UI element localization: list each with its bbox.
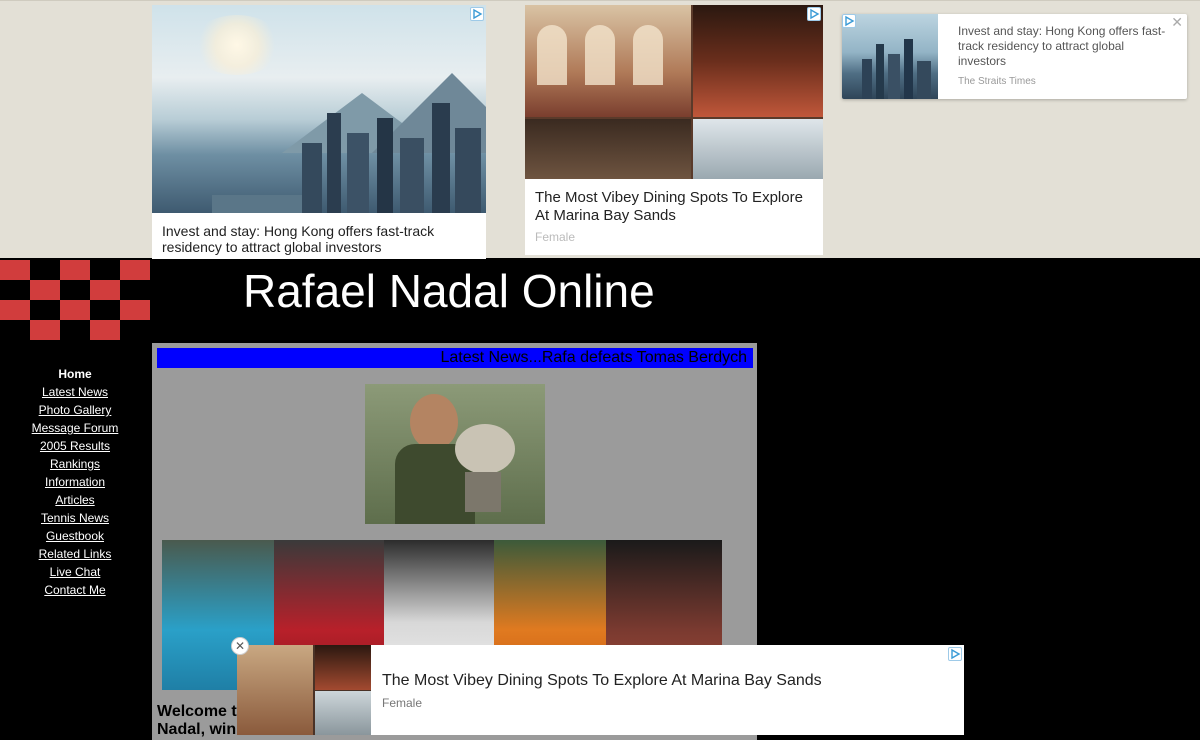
ad-title[interactable]: The Most Vibey Dining Spots To Explore A… bbox=[535, 189, 815, 225]
ad-source: Female bbox=[382, 696, 423, 710]
building bbox=[400, 138, 424, 213]
harbour-building bbox=[212, 195, 302, 213]
ad-image-hong-kong-skyline[interactable] bbox=[152, 5, 486, 213]
building bbox=[904, 39, 913, 99]
nav-item-rankings[interactable]: Rankings bbox=[0, 455, 150, 473]
trophy-base bbox=[465, 472, 501, 512]
ad-choices-icon[interactable] bbox=[842, 14, 856, 28]
bottom-ad-banner[interactable]: The Most Vibey Dining Spots To Explore A… bbox=[237, 645, 964, 735]
restaurant-photo bbox=[693, 119, 823, 179]
close-icon[interactable]: ✕ bbox=[231, 637, 249, 655]
restaurant-photo bbox=[237, 645, 313, 735]
checker-square bbox=[60, 260, 90, 280]
building bbox=[347, 133, 369, 213]
building bbox=[862, 59, 872, 99]
ad-title[interactable]: The Most Vibey Dining Spots To Explore A… bbox=[382, 672, 822, 690]
checker-square bbox=[0, 260, 30, 280]
nav-item-related-links[interactable]: Related Links bbox=[0, 545, 150, 563]
news-ticker[interactable]: Latest News...Rafa defeats Tomas Berdych bbox=[157, 348, 753, 368]
restaurant-photo bbox=[315, 645, 371, 690]
checker-square bbox=[120, 260, 150, 280]
nav-item-message-forum[interactable]: Message Forum bbox=[0, 419, 150, 437]
ticker-text[interactable]: Latest News...Rafa defeats Tomas Berdych bbox=[440, 349, 747, 367]
arch-window bbox=[537, 25, 567, 85]
building bbox=[432, 103, 450, 213]
nav-item-2005-results[interactable]: 2005 Results bbox=[0, 437, 150, 455]
sidebar-nav: Home Latest News Photo Gallery Message F… bbox=[0, 365, 150, 599]
restaurant-photo bbox=[315, 691, 371, 735]
ad-source: The Straits Times bbox=[958, 76, 1036, 87]
nav-item-tennis-news[interactable]: Tennis News bbox=[0, 509, 150, 527]
ad-card-marina-bay-dining[interactable]: The Most Vibey Dining Spots To Explore A… bbox=[525, 5, 823, 255]
building bbox=[455, 128, 481, 213]
building bbox=[302, 143, 322, 213]
checker-square bbox=[60, 300, 90, 320]
ad-title[interactable]: Invest and stay: Hong Kong offers fast-t… bbox=[162, 223, 462, 255]
checker-square bbox=[30, 320, 60, 340]
nav-item-guestbook[interactable]: Guestbook bbox=[0, 527, 150, 545]
nav-item-information[interactable]: Information bbox=[0, 473, 150, 491]
arch-window bbox=[585, 25, 615, 85]
building bbox=[917, 61, 931, 99]
checker-square bbox=[30, 280, 60, 300]
sun-glow bbox=[192, 15, 282, 75]
checker-square bbox=[120, 300, 150, 320]
nav-item-latest-news[interactable]: Latest News bbox=[0, 383, 150, 401]
building bbox=[876, 44, 884, 99]
ad-choices-icon[interactable] bbox=[470, 7, 484, 21]
checker-square bbox=[90, 320, 120, 340]
site-title: Rafael Nadal Online bbox=[243, 265, 655, 317]
ad-card-hong-kong-small[interactable]: Invest and stay: Hong Kong offers fast-t… bbox=[842, 14, 1187, 99]
ad-image-restaurant-collage[interactable] bbox=[525, 5, 823, 179]
building bbox=[888, 54, 900, 99]
ad-image-hong-kong-skyline[interactable] bbox=[842, 14, 938, 99]
arch-window bbox=[633, 25, 663, 85]
player-head bbox=[410, 394, 458, 450]
ad-choices-icon[interactable] bbox=[948, 647, 962, 661]
ad-choices-icon[interactable] bbox=[807, 7, 821, 21]
checker-logo bbox=[0, 260, 150, 341]
restaurant-photo bbox=[525, 119, 691, 179]
ad-title[interactable]: Invest and stay: Hong Kong offers fast-t… bbox=[958, 24, 1168, 69]
restaurant-photo bbox=[693, 5, 823, 117]
ad-image-restaurant[interactable] bbox=[237, 645, 371, 735]
nav-item-home: Home bbox=[58, 367, 92, 381]
nav-item-contact-me[interactable]: Contact Me bbox=[0, 581, 150, 599]
nav-item-live-chat[interactable]: Live Chat bbox=[0, 563, 150, 581]
checker-square bbox=[0, 300, 30, 320]
building bbox=[327, 113, 341, 213]
nav-item-articles[interactable]: Articles bbox=[0, 491, 150, 509]
nav-item-photo-gallery[interactable]: Photo Gallery bbox=[0, 401, 150, 419]
checker-square bbox=[90, 280, 120, 300]
close-icon[interactable]: ✕ bbox=[1171, 14, 1183, 31]
ad-card-hong-kong[interactable]: Invest and stay: Hong Kong offers fast-t… bbox=[152, 5, 486, 259]
top-ad-banner: Invest and stay: Hong Kong offers fast-t… bbox=[0, 0, 1200, 259]
hero-photo-trophy bbox=[365, 384, 545, 524]
building bbox=[377, 118, 393, 213]
ad-source: Female bbox=[535, 230, 576, 244]
trophy-cup bbox=[455, 424, 515, 474]
